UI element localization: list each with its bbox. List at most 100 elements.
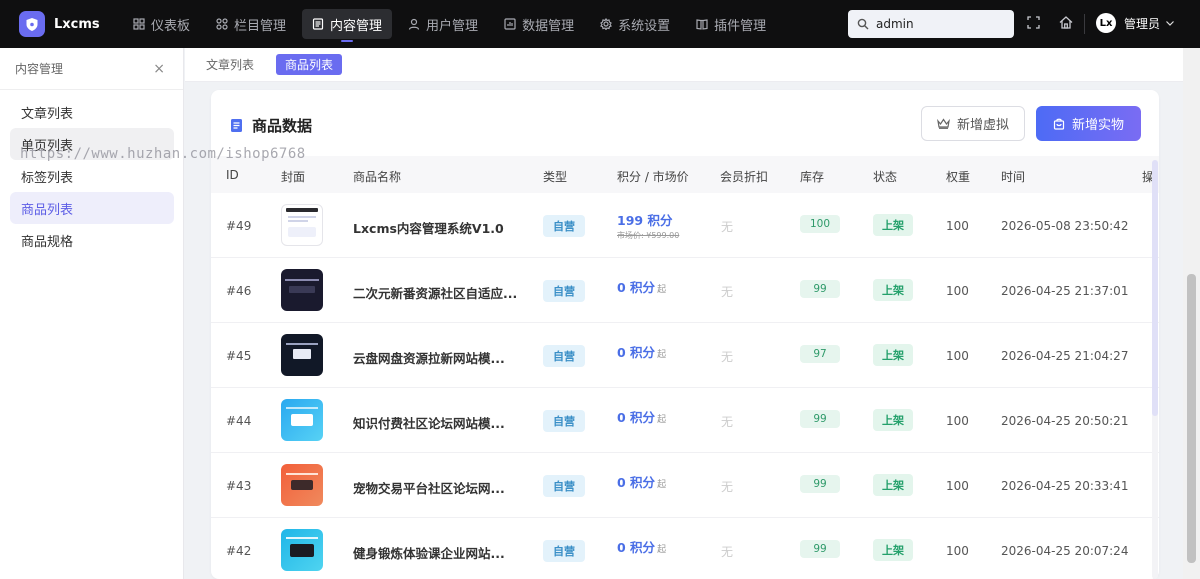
nav-item-content[interactable]: 内容管理 — [302, 9, 393, 42]
table-row[interactable]: #45 云盘网盘资源拉新网站模... 自营 0 积分起 无 97 上架 100 … — [211, 323, 1159, 388]
product-name[interactable]: 二次元新番资源社区自适应... — [353, 283, 521, 302]
product-name[interactable]: 知识付费社区论坛网站模... — [353, 413, 521, 432]
cover-thumbnail[interactable] — [281, 334, 323, 376]
chart-icon — [504, 18, 516, 30]
table-row[interactable]: #43 宠物交易平台社区论坛网... 自营 0 积分起 无 99 上架 100 … — [211, 453, 1159, 518]
member-discount: 无 — [721, 350, 734, 364]
gear-icon — [600, 18, 613, 30]
sidebar-item-products[interactable]: 商品列表 — [10, 192, 174, 224]
search-input[interactable] — [876, 17, 1006, 31]
weight-value: 100 — [946, 284, 969, 298]
points-unit: 起 — [657, 545, 667, 555]
type-badge: 自营 — [543, 345, 585, 367]
member-discount: 无 — [721, 415, 734, 429]
member-discount: 无 — [721, 285, 734, 299]
type-badge: 自营 — [543, 215, 585, 237]
status-badge[interactable]: 上架 — [873, 409, 913, 431]
points-unit: 起 — [657, 285, 667, 295]
status-badge[interactable]: 上架 — [873, 474, 913, 496]
document-icon — [312, 18, 324, 30]
nav-item-columns[interactable]: 栏目管理 — [206, 9, 296, 39]
product-name[interactable]: Lxcms内容管理系统V1.0 — [353, 218, 521, 237]
tab-articles[interactable]: 文章列表 — [197, 54, 263, 75]
stock-badge: 99 — [800, 280, 840, 298]
points-unit: 起 — [657, 350, 667, 360]
time-value: 2026-04-25 21:04:27 — [1001, 349, 1129, 363]
row-id: #44 — [226, 414, 252, 428]
points-unit: 起 — [657, 480, 667, 490]
sidebar-item-articles[interactable]: 文章列表 — [10, 96, 174, 128]
points-unit: 起 — [657, 415, 667, 425]
tab-label: 商品列表 — [285, 58, 334, 72]
search-box[interactable] — [848, 10, 1014, 38]
status-badge[interactable]: 上架 — [873, 344, 913, 366]
nav-item-users[interactable]: 用户管理 — [398, 9, 488, 39]
sidebar-item-label: 商品规格 — [21, 234, 74, 250]
card-title-text: 商品数据 — [252, 117, 313, 135]
shopping-bag-icon — [1053, 118, 1065, 130]
nav-label: 仪表板 — [151, 18, 191, 34]
product-name[interactable]: 云盘网盘资源拉新网站模... — [353, 348, 521, 367]
divider — [1084, 14, 1085, 34]
status-badge[interactable]: 上架 — [873, 214, 913, 236]
fullscreen-icon[interactable] — [1027, 16, 1040, 33]
nav-item-settings[interactable]: 系统设置 — [590, 9, 680, 39]
sidebar-item-specs[interactable]: 商品规格 — [10, 224, 174, 256]
product-name[interactable]: 宠物交易平台社区论坛网... — [353, 478, 521, 497]
brand[interactable]: Lxcms — [19, 11, 123, 37]
sidebar-item-label: 商品列表 — [21, 202, 74, 218]
nav-item-dashboard[interactable]: 仪表板 — [123, 9, 200, 39]
user-name: 管理员 — [1124, 16, 1161, 31]
user-icon — [408, 18, 420, 30]
col-stock: 库存 — [800, 170, 825, 184]
home-icon[interactable] — [1059, 16, 1073, 33]
cover-thumbnail[interactable] — [281, 399, 323, 441]
col-weight: 权重 — [946, 170, 971, 184]
member-discount: 无 — [721, 480, 734, 494]
add-physical-button[interactable]: 新增实物 — [1036, 106, 1141, 141]
close-icon[interactable]: × — [153, 61, 165, 77]
table-row[interactable]: #49 Lxcms内容管理系统V1.0 自营 199 积分 市场价: ¥599.… — [211, 193, 1159, 258]
points-value: 199 积分 — [617, 213, 673, 228]
type-badge: 自营 — [543, 280, 585, 302]
table-row[interactable]: #44 知识付费社区论坛网站模... 自营 0 积分起 无 99 上架 100 … — [211, 388, 1159, 453]
points-value: 0 积分 — [617, 410, 656, 425]
nav-item-plugins[interactable]: 插件管理 — [686, 9, 776, 39]
sidebar-item-tags[interactable]: 标签列表 — [10, 160, 174, 192]
table-scrollbar[interactable] — [1152, 160, 1158, 579]
user-menu[interactable]: Lx 管理员 — [1096, 13, 1174, 33]
page-scrollbar-thumb[interactable] — [1187, 274, 1196, 563]
sidebar-title: 内容管理 — [15, 62, 64, 76]
row-id: #46 — [226, 284, 252, 298]
grid-icon — [216, 18, 228, 30]
page-scrollbar[interactable] — [1183, 48, 1200, 579]
table-row[interactable]: #46 二次元新番资源社区自适应... 自营 0 积分起 无 99 上架 100… — [211, 258, 1159, 323]
time-value: 2026-04-25 20:07:24 — [1001, 544, 1129, 558]
add-virtual-button[interactable]: 新增虚拟 — [921, 106, 1025, 141]
avatar: Lx — [1096, 13, 1116, 33]
tab-products[interactable]: 商品列表 — [276, 54, 343, 75]
status-badge[interactable]: 上架 — [873, 539, 913, 561]
nav-label: 插件管理 — [714, 18, 767, 34]
cover-thumbnail[interactable] — [281, 464, 323, 506]
col-name: 商品名称 — [353, 170, 402, 184]
nav-item-data[interactable]: 数据管理 — [494, 9, 584, 39]
table-row[interactable]: #42 健身锻炼体验课企业网站... 自营 0 积分起 无 99 上架 100 … — [211, 518, 1159, 579]
shield-logo-icon — [19, 11, 45, 37]
sidebar: 内容管理 × 文章列表 单页列表 标签列表 商品列表 商品规格 — [0, 48, 184, 579]
table-scrollbar-thumb[interactable] — [1152, 160, 1158, 416]
nav-label: 用户管理 — [426, 18, 479, 34]
nav-label: 数据管理 — [522, 18, 575, 34]
col-status: 状态 — [873, 170, 898, 184]
cover-thumbnail[interactable] — [281, 529, 323, 571]
cover-thumbnail[interactable] — [281, 204, 323, 246]
col-member: 会员折扣 — [720, 170, 769, 184]
table-header: ID 封面 商品名称 类型 积分 / 市场价 会员折扣 库存 状态 权重 时间 … — [211, 156, 1159, 193]
crown-icon — [937, 118, 950, 129]
points-value: 0 积分 — [617, 345, 656, 360]
cover-thumbnail[interactable] — [281, 269, 323, 311]
status-badge[interactable]: 上架 — [873, 279, 913, 301]
type-badge: 自营 — [543, 410, 585, 432]
product-name[interactable]: 健身锻炼体验课企业网站... — [353, 543, 521, 562]
nav-label: 系统设置 — [618, 18, 671, 34]
